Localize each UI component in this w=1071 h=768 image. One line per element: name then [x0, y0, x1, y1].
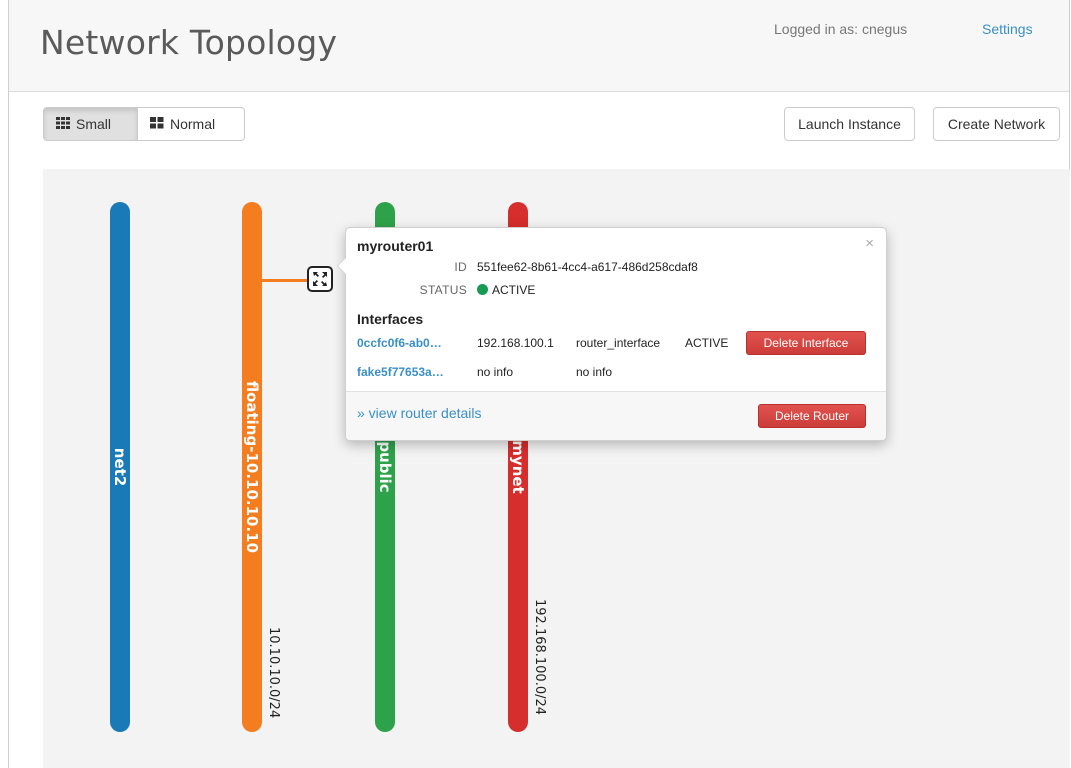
- grid-large-icon: [150, 116, 164, 132]
- close-icon[interactable]: ×: [865, 235, 874, 252]
- interface-ip: no info: [477, 365, 514, 379]
- router-link: [262, 279, 309, 282]
- interface-id-link[interactable]: 0ccfc0f6-ab0…: [357, 336, 442, 350]
- network-cidr: 192.168.100.0/24: [532, 599, 547, 716]
- router-id-label: ID: [454, 260, 467, 274]
- router-status-value: ACTIVE: [477, 283, 535, 297]
- page-header: Network Topology Logged in as: cnegus Se…: [9, 0, 1069, 92]
- app-frame: Network Topology Logged in as: cnegus Se…: [8, 0, 1070, 768]
- interfaces-heading: Interfaces: [357, 311, 424, 327]
- grid-small-icon: [56, 116, 70, 132]
- network-bar-floating[interactable]: floating-10.10.10.10: [242, 202, 262, 732]
- status-dot-icon: [477, 284, 488, 295]
- normal-view-button[interactable]: Normal: [138, 107, 245, 141]
- launch-instance-button[interactable]: Launch Instance: [784, 107, 915, 141]
- network-label: mynet: [509, 440, 527, 494]
- normal-view-label: Normal: [170, 116, 216, 132]
- popover-footer: » view router details Delete Router: [346, 391, 886, 440]
- page-title: Network Topology: [40, 23, 338, 62]
- router-id-value: 551fee62-8b61-4cc4-a617-486d258cdaf8: [477, 260, 698, 274]
- interface-ip: 192.168.100.1: [477, 336, 554, 350]
- create-network-button[interactable]: Create Network: [933, 107, 1060, 141]
- network-bar-net2[interactable]: net2: [110, 202, 130, 732]
- router-popover: × myrouter01 ID 551fee62-8b61-4cc4-a617-…: [337, 227, 887, 441]
- settings-link[interactable]: Settings: [982, 21, 1033, 37]
- delete-interface-button[interactable]: Delete Interface: [746, 331, 866, 355]
- interface-type: router_interface: [576, 336, 661, 350]
- network-cidr: 10.10.10.0/24: [266, 627, 281, 719]
- small-view-label: Small: [76, 116, 112, 132]
- popover-arrow: [337, 257, 346, 275]
- network-label: net2: [111, 447, 129, 487]
- network-label: public: [376, 441, 394, 493]
- interface-type: no info: [576, 365, 613, 379]
- interface-status: ACTIVE: [685, 336, 729, 350]
- router-name: myrouter01: [357, 238, 434, 254]
- network-label: floating-10.10.10.10: [243, 380, 261, 554]
- router-status-label: STATUS: [419, 283, 467, 297]
- status-text: ACTIVE: [492, 283, 536, 297]
- small-view-button[interactable]: Small: [43, 107, 138, 141]
- interface-id-link[interactable]: fake5f77653a…: [357, 365, 444, 379]
- view-size-toggle: Small Normal: [43, 107, 245, 141]
- delete-router-button[interactable]: Delete Router: [758, 404, 866, 428]
- router-icon[interactable]: [307, 266, 333, 292]
- logged-in-user: Logged in as: cnegus: [774, 21, 908, 37]
- view-router-details-link[interactable]: » view router details: [357, 405, 482, 421]
